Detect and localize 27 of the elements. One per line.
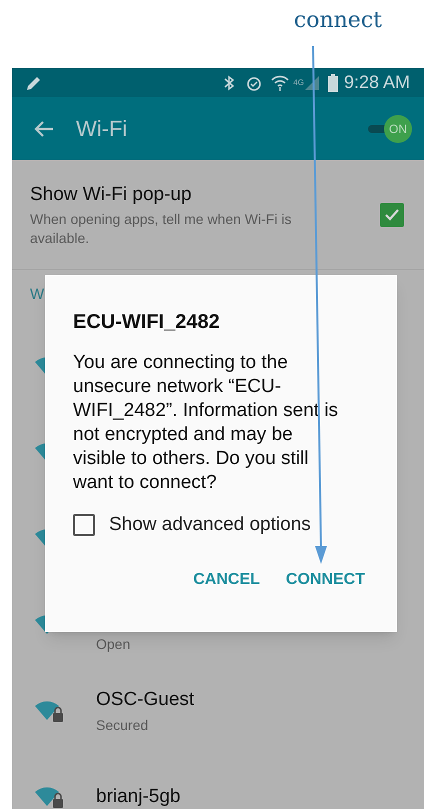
network-status: Secured <box>96 716 150 735</box>
dialog-button[interactable]: CANCEL <box>185 562 268 598</box>
annotation-label: connect <box>294 7 382 35</box>
section-header: W <box>30 285 44 305</box>
signal-icon <box>304 74 320 90</box>
screen-title: Wi-Fi <box>76 115 128 143</box>
checkbox[interactable] <box>380 202 404 226</box>
network-status: Open <box>96 634 130 654</box>
dialog-title: ECU-WIFI_2482 <box>73 310 221 335</box>
dialog-message: You are connecting to the unsecure network “ECU-WIFI_2482”. Information sent is not encrypted and may be visible to others. Do you still want to connect? <box>73 351 340 495</box>
switch-label: ON <box>384 114 412 142</box>
wifi-switch[interactable]: ON <box>366 114 412 144</box>
network-type-label: 4G <box>293 76 304 88</box>
checkmark-icon <box>384 206 400 222</box>
clock-time: 9:28 AM <box>344 71 410 94</box>
network-name[interactable]: brianj-5gb <box>96 782 180 809</box>
wifi-status-icon <box>271 74 290 92</box>
dialog-button[interactable]: CONNECT <box>278 562 373 598</box>
checkbox[interactable] <box>73 514 95 536</box>
network-name[interactable]: OSC-Guest <box>96 686 194 715</box>
pencil-icon <box>26 74 42 90</box>
battery-icon <box>328 74 338 92</box>
setting-description: When opening apps, tell me when Wi-Fi is available. <box>30 210 292 248</box>
option-label: Show advanced options <box>109 513 311 537</box>
back-arrow-icon[interactable] <box>34 120 54 138</box>
bluetooth-icon <box>223 74 236 90</box>
setting-title: Show Wi-Fi pop-up <box>30 183 193 208</box>
